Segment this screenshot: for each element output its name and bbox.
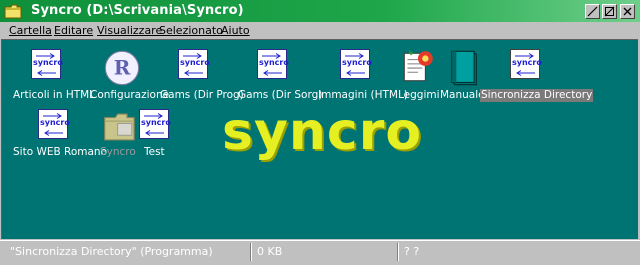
maximize-button[interactable] bbox=[602, 4, 617, 19]
menu-visualizzare[interactable]: Visualizzare bbox=[97, 24, 162, 37]
status-extra: ? ? bbox=[404, 245, 420, 258]
syncro-icon[interactable]: syncro bbox=[510, 49, 542, 79]
close-button[interactable] bbox=[620, 4, 635, 19]
folder-icon bbox=[4, 4, 22, 19]
icon-label-dim[interactable]: Syncro bbox=[99, 146, 137, 159]
icon-label[interactable]: Sito WEB Romano bbox=[12, 146, 108, 159]
icon-label[interactable]: Leggimi bbox=[397, 89, 441, 102]
close-icon bbox=[623, 7, 632, 16]
menu-bar: Cartella Editare Visualizzare Selezionat… bbox=[0, 22, 640, 39]
syncro-icon[interactable]: syncro bbox=[38, 109, 70, 139]
syncro-icon[interactable]: syncro bbox=[31, 49, 63, 79]
icon-label[interactable]: Immagini (HTML) bbox=[317, 89, 409, 102]
status-size: 0 KB bbox=[257, 245, 283, 258]
menu-selezionato[interactable]: Selezionato bbox=[159, 24, 223, 37]
icon-label[interactable]: Articoli in HTML bbox=[12, 89, 96, 102]
app-r-icon[interactable]: R bbox=[102, 48, 142, 88]
menu-aiuto[interactable]: Aiuto bbox=[221, 24, 250, 37]
icon-label[interactable]: Configurazione bbox=[89, 89, 170, 102]
window-title: Syncro (D:\Scrivania\Syncro) bbox=[31, 3, 244, 18]
file-view[interactable]: syncro syncro Articoli in HTML R Configu… bbox=[1, 39, 638, 239]
explorer-window: Syncro (D:\Scrivania\Syncro) Cartella Ed… bbox=[0, 0, 640, 265]
syncro-icon[interactable]: syncro bbox=[139, 109, 171, 139]
syncro-icon[interactable]: syncro bbox=[257, 49, 289, 79]
status-item: "Sincronizza Directory" (Programma) bbox=[10, 245, 213, 258]
menu-editare[interactable]: Editare bbox=[54, 24, 93, 37]
status-divider bbox=[250, 243, 252, 261]
syncro-icon[interactable]: syncro bbox=[340, 49, 372, 79]
minimize-icon bbox=[587, 6, 598, 17]
status-bar: "Sincronizza Directory" (Programma) 0 KB… bbox=[0, 240, 640, 265]
title-bar[interactable]: Syncro (D:\Scrivania\Syncro) bbox=[0, 0, 640, 22]
maximize-icon bbox=[604, 6, 615, 17]
menu-cartella[interactable]: Cartella bbox=[9, 24, 52, 37]
icon-label-selected[interactable]: Sincronizza Directory bbox=[480, 89, 594, 102]
icon-label[interactable]: Gams (Dir Sorg) bbox=[237, 89, 323, 102]
icon-label[interactable]: Gams (Dir Prog) bbox=[159, 89, 245, 102]
minimize-button[interactable] bbox=[585, 4, 600, 19]
status-divider bbox=[397, 243, 399, 261]
icon-label[interactable]: Test bbox=[143, 146, 166, 159]
readme-icon[interactable] bbox=[398, 47, 438, 87]
svg-text:R: R bbox=[114, 56, 131, 80]
syncro-watermark: syncro bbox=[222, 102, 423, 162]
icon-label[interactable]: Manuale bbox=[439, 89, 486, 102]
book-icon[interactable] bbox=[443, 48, 483, 88]
folder-icon[interactable] bbox=[100, 107, 140, 147]
syncro-icon[interactable]: syncro bbox=[178, 49, 210, 79]
